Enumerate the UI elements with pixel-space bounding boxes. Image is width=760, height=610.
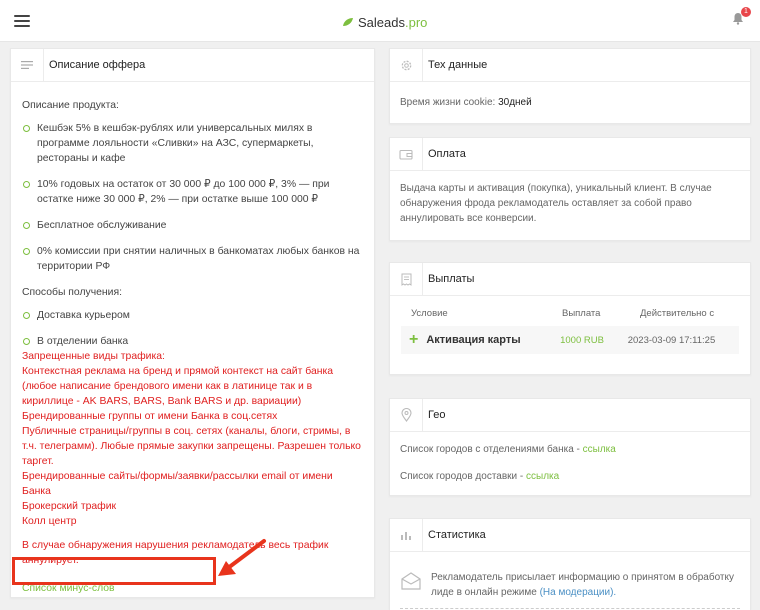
card-title: Описание оффера [49, 59, 146, 71]
list-item: В отделении банка [22, 334, 362, 349]
offer-description-card: Описание оффера Описание продукта: Кешбэ… [10, 48, 375, 598]
cookie-value: 30дней [498, 97, 532, 108]
card-title: Тех данные [428, 59, 488, 71]
product-heading: Описание продукта: [22, 100, 119, 111]
forbidden-line: Запрещенные виды трафика: [22, 351, 165, 362]
payout-amount: 1000 RUB [560, 334, 604, 346]
gear-icon [401, 60, 411, 70]
list-item: Бесплатное обслуживание [22, 218, 362, 233]
payouts-table-header: Условие Выплата Действительно с [390, 296, 750, 326]
receipt-icon [401, 273, 411, 286]
cookie-label: Время жизни cookie: [400, 97, 496, 108]
forbidden-line: Контекстная реклама на бренд и прямой ко… [22, 366, 334, 407]
leaf-icon [343, 18, 353, 26]
list-icon [21, 61, 33, 69]
geo-card: Гео Список городов с отделениями банка -… [389, 398, 751, 496]
wallet-icon [399, 149, 413, 160]
list-item: 0% комиссии при снятии наличных в банком… [22, 244, 362, 274]
card-title: Выплаты [428, 273, 475, 285]
logo[interactable]: Saleads.pro [342, 13, 427, 31]
payment-text: Выдача карты и активация (покупка), уник… [400, 183, 712, 224]
forbidden-line: Брокерский трафик [22, 501, 117, 512]
map-pin-icon [400, 408, 412, 422]
card-title: Статистика [428, 529, 486, 541]
statistics-card: Статистика Рекламодатель присылает инфор… [389, 518, 751, 610]
expand-plus-icon[interactable]: + [409, 331, 418, 349]
forbidden-line: Брендированные группы от имени Банка в с… [22, 411, 278, 422]
divider [400, 608, 740, 609]
bank-cities-link[interactable]: ссылка [583, 444, 616, 455]
payment-card: Оплата Выдача карты и активация (покупка… [389, 137, 751, 241]
payout-valid-from: 2023-03-09 17:11:25 [627, 334, 716, 346]
list-item: Доставка курьером [22, 308, 362, 323]
column-header: Выплата [562, 308, 601, 319]
top-bar: Saleads.pro 1 [0, 0, 760, 42]
table-row[interactable]: + Активация карты 1000 RUB 2023-03-09 17… [401, 326, 739, 354]
forbidden-line: Публичные страницы/группы в соц. сетях (… [22, 426, 361, 467]
payout-condition: Активация карты [426, 334, 521, 346]
forbidden-line: Брендированные сайты/формы/заявки/рассыл… [22, 471, 333, 497]
logo-text: Saleads.pro [358, 14, 428, 30]
geo-line: Список городов доставки - ссылка [400, 471, 560, 482]
highlight-box [12, 557, 216, 585]
card-title: Оплата [428, 148, 466, 160]
payouts-card: Выплаты Условие Выплата Действительно с … [389, 262, 751, 375]
list-item: 10% годовых на остаток от 30 000 ₽ до 10… [22, 177, 362, 207]
delivery-cities-link[interactable]: ссылка [526, 471, 559, 482]
list-item: Кешбэк 5% в кешбэк-рублях или универсаль… [22, 121, 362, 166]
column-header: Действительно с [640, 308, 715, 319]
receive-heading: Способы получения: [22, 287, 122, 298]
forbidden-traffic: Запрещенные виды трафика: Контекстная ре… [22, 349, 362, 568]
envelope-icon [401, 572, 421, 590]
notification-button[interactable]: 1 [732, 7, 751, 26]
arrow-annotation-icon [218, 539, 266, 576]
card-title: Гео [428, 409, 446, 421]
moderation-link[interactable]: (На модерации). [540, 587, 617, 598]
tech-data-card: Тех данные Время жизни cookie: 30дней [389, 48, 751, 124]
menu-icon[interactable] [14, 15, 30, 27]
bar-chart-icon [401, 531, 411, 540]
forbidden-line: Колл центр [22, 516, 77, 527]
notification-badge: 1 [741, 7, 751, 17]
column-header: Условие [411, 308, 448, 319]
geo-line: Список городов с отделениями банка - ссы… [400, 444, 616, 455]
